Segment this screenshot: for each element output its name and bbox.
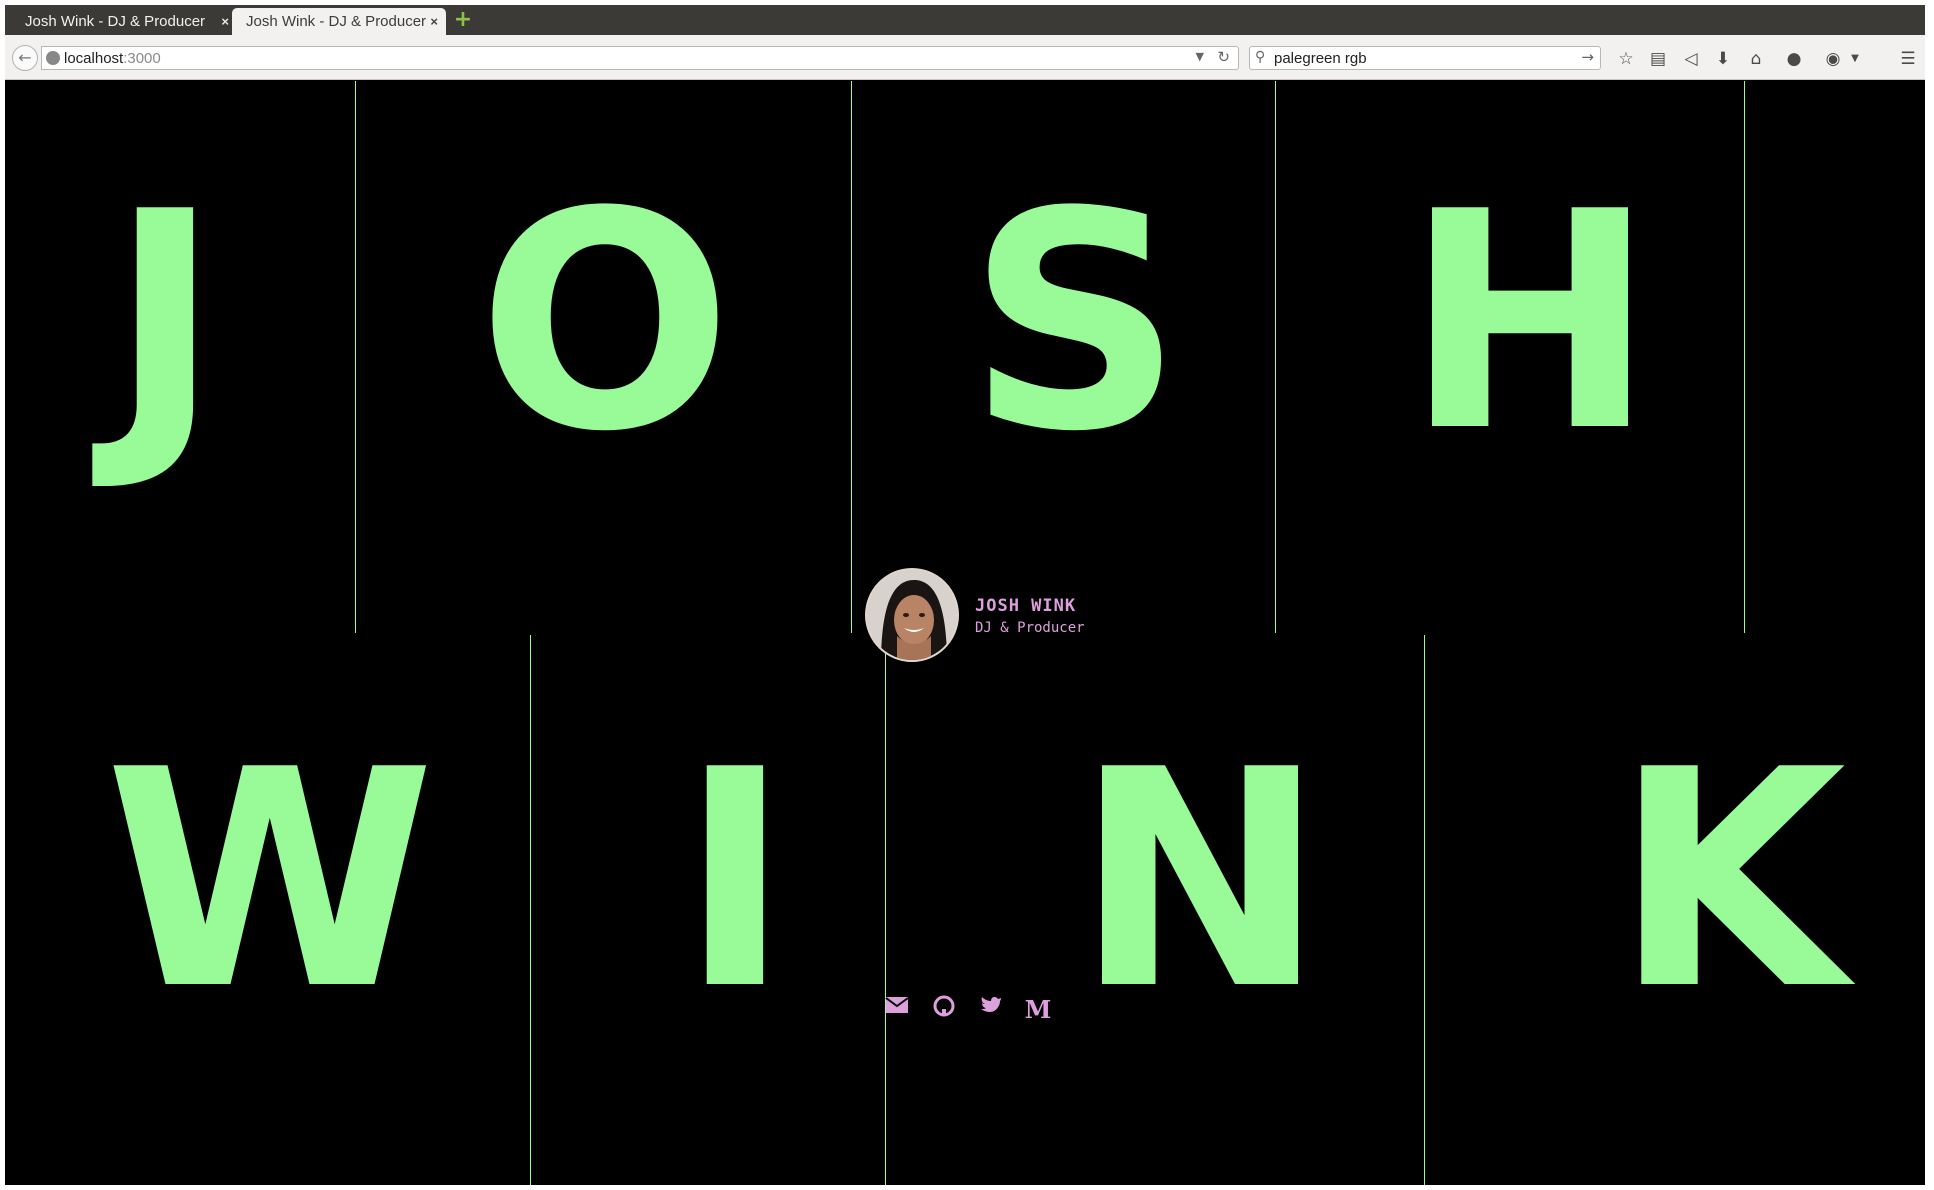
adblock-icon[interactable]: ◉ bbox=[1823, 49, 1843, 69]
close-tab-icon[interactable]: × bbox=[430, 8, 438, 35]
twitter-icon[interactable] bbox=[976, 995, 1006, 1025]
tab-active[interactable]: Josh Wink - DJ & Producer × bbox=[232, 8, 446, 35]
divider-line bbox=[851, 81, 852, 633]
avatar bbox=[865, 568, 959, 662]
title-letter-j: J bbox=[109, 148, 221, 497]
email-icon[interactable] bbox=[882, 995, 912, 1025]
github-icon[interactable] bbox=[929, 995, 959, 1025]
title-letter-w: W bbox=[104, 706, 436, 1055]
page-content: J O S H W I N K JOSH WINK DJ & Producer … bbox=[5, 81, 1925, 1185]
title-letter-s: S bbox=[966, 148, 1184, 497]
profile-role: DJ & Producer bbox=[975, 620, 1085, 636]
navigation-bar: ← localhost:3000 ▼ ↻ ⚲ palegreen rgb → ☆… bbox=[5, 35, 1925, 80]
divider-line bbox=[355, 81, 356, 633]
chevron-down-icon[interactable]: ▼ bbox=[1845, 49, 1865, 69]
back-button[interactable]: ← bbox=[12, 45, 38, 71]
globe-icon bbox=[46, 51, 60, 65]
url-text: localhost:3000 bbox=[64, 50, 161, 67]
search-go-icon[interactable]: → bbox=[1581, 48, 1594, 66]
menu-icon[interactable]: ☰ bbox=[1898, 49, 1918, 69]
divider-line bbox=[885, 635, 886, 1185]
search-input[interactable]: ⚲ palegreen rgb → bbox=[1249, 46, 1601, 70]
browser-window: Josh Wink - DJ & Producer × Josh Wink - … bbox=[5, 5, 1925, 1185]
divider-line bbox=[1275, 81, 1276, 633]
tab-title: Josh Wink - DJ & Producer bbox=[25, 13, 206, 30]
title-letter-o: O bbox=[477, 148, 733, 497]
dropdown-arrow-icon[interactable]: ▼ bbox=[1196, 50, 1204, 63]
medium-icon[interactable]: M bbox=[1023, 995, 1053, 1025]
new-tab-icon[interactable]: + bbox=[453, 9, 473, 31]
reading-list-icon[interactable]: ▤ bbox=[1648, 49, 1668, 69]
pocket-icon[interactable]: ◁ bbox=[1681, 49, 1701, 69]
chat-icon[interactable]: ● bbox=[1784, 49, 1804, 69]
tab-bar: Josh Wink - DJ & Producer × Josh Wink - … bbox=[5, 5, 1925, 35]
profile-name: JOSH WINK bbox=[975, 596, 1077, 616]
bookmark-star-icon[interactable]: ☆ bbox=[1616, 49, 1636, 69]
title-letter-h: H bbox=[1404, 148, 1656, 497]
divider-line bbox=[530, 635, 531, 1185]
tab-inactive[interactable]: Josh Wink - DJ & Producer × bbox=[11, 8, 237, 35]
close-tab-icon[interactable]: × bbox=[221, 8, 229, 35]
home-icon[interactable]: ⌂ bbox=[1746, 49, 1766, 69]
divider-line bbox=[1744, 81, 1745, 633]
title-letter-n: N bbox=[1074, 706, 1326, 1055]
download-icon[interactable]: ⬇ bbox=[1713, 49, 1733, 69]
address-bar[interactable]: localhost:3000 ▼ ↻ bbox=[41, 46, 1239, 70]
reload-icon[interactable]: ↻ bbox=[1217, 48, 1230, 66]
title-letter-i: I bbox=[679, 706, 791, 1055]
title-letter-k: K bbox=[1613, 706, 1847, 1055]
search-query: palegreen rgb bbox=[1274, 50, 1367, 67]
search-icon: ⚲ bbox=[1255, 49, 1266, 65]
tab-title: Josh Wink - DJ & Producer bbox=[246, 13, 427, 30]
divider-line bbox=[1424, 635, 1425, 1185]
arrow-left-icon: ← bbox=[18, 48, 32, 67]
